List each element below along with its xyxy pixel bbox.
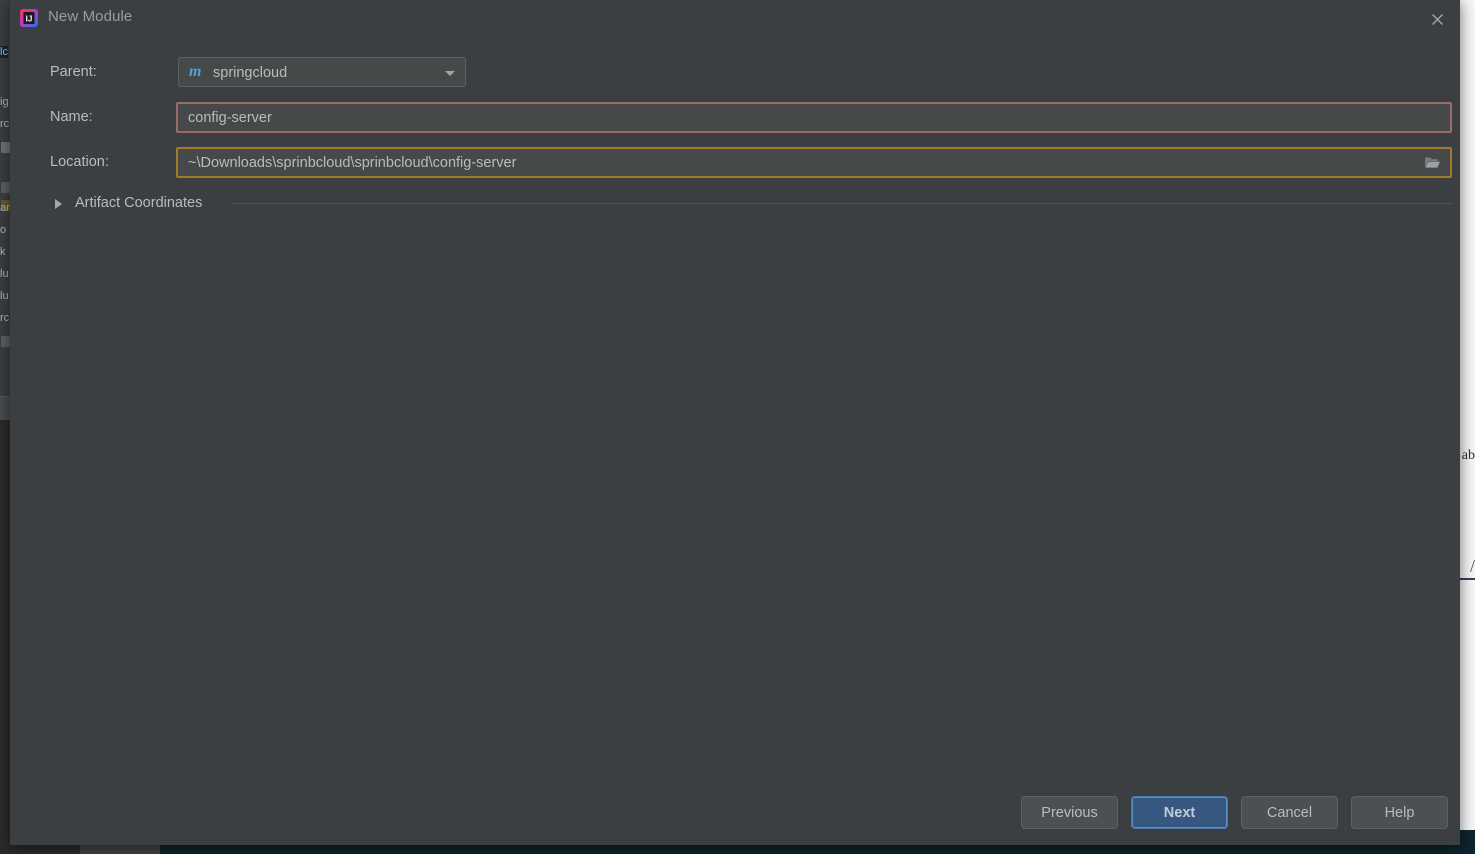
intellij-idea-icon: IJ xyxy=(19,8,39,28)
chevron-down-icon[interactable] xyxy=(445,71,455,76)
background-tree-row: ig xyxy=(0,96,9,108)
name-input[interactable]: config-server xyxy=(176,102,1452,133)
location-input-value: ~\Downloads\sprinbcloud\sprinbcloud\conf… xyxy=(188,155,517,171)
folder-open-icon[interactable] xyxy=(1424,155,1441,170)
chevron-right-icon[interactable] xyxy=(55,199,62,209)
background-tree-row: rc xyxy=(0,118,10,130)
close-icon[interactable] xyxy=(1414,0,1460,38)
artifact-coordinates-toggle[interactable]: Artifact Coordinates xyxy=(10,191,1460,215)
dialog-button-bar: Previous Next Cancel Help xyxy=(1021,796,1448,829)
new-module-dialog: IJ New Module Parent: m springcloud Name… xyxy=(10,0,1460,845)
background-tree-row: k xyxy=(0,246,6,258)
parent-label: Parent: xyxy=(50,64,97,80)
section-separator xyxy=(232,203,1452,204)
location-label: Location: xyxy=(50,154,109,170)
background-code-text: ab xyxy=(1461,448,1475,463)
artifact-coordinates-label: Artifact Coordinates xyxy=(75,195,203,211)
background-tree-row: ar xyxy=(0,202,10,214)
parent-selected-value: springcloud xyxy=(213,65,288,81)
background-tree-chip xyxy=(1,142,10,153)
name-label: Name: xyxy=(50,109,93,125)
background-tree-row: lu xyxy=(0,268,9,280)
name-input-value: config-server xyxy=(188,110,272,126)
background-tree-row: lu xyxy=(0,290,9,302)
cancel-button[interactable]: Cancel xyxy=(1241,796,1338,829)
previous-button[interactable]: Previous xyxy=(1021,796,1118,829)
background-tree-chip xyxy=(1,336,10,347)
background-tree-row: o xyxy=(0,224,7,236)
background-tree-row: lc xyxy=(0,46,8,58)
location-input[interactable]: ~\Downloads\sprinbcloud\sprinbcloud\conf… xyxy=(176,147,1452,178)
background-code-text: / xyxy=(1469,556,1475,576)
next-button[interactable]: Next xyxy=(1131,796,1228,829)
maven-module-icon: m xyxy=(189,63,202,80)
help-button[interactable]: Help xyxy=(1351,796,1448,829)
parent-combobox[interactable]: m springcloud xyxy=(178,57,466,87)
svg-text:IJ: IJ xyxy=(26,15,33,24)
background-code-underline xyxy=(1460,578,1475,580)
dialog-titlebar: IJ New Module xyxy=(10,0,1460,38)
background-tree-chip xyxy=(1,182,10,193)
dialog-title: New Module xyxy=(48,8,133,25)
background-tree-row: rc xyxy=(0,312,10,324)
background-editor: ab / xyxy=(1460,0,1475,854)
